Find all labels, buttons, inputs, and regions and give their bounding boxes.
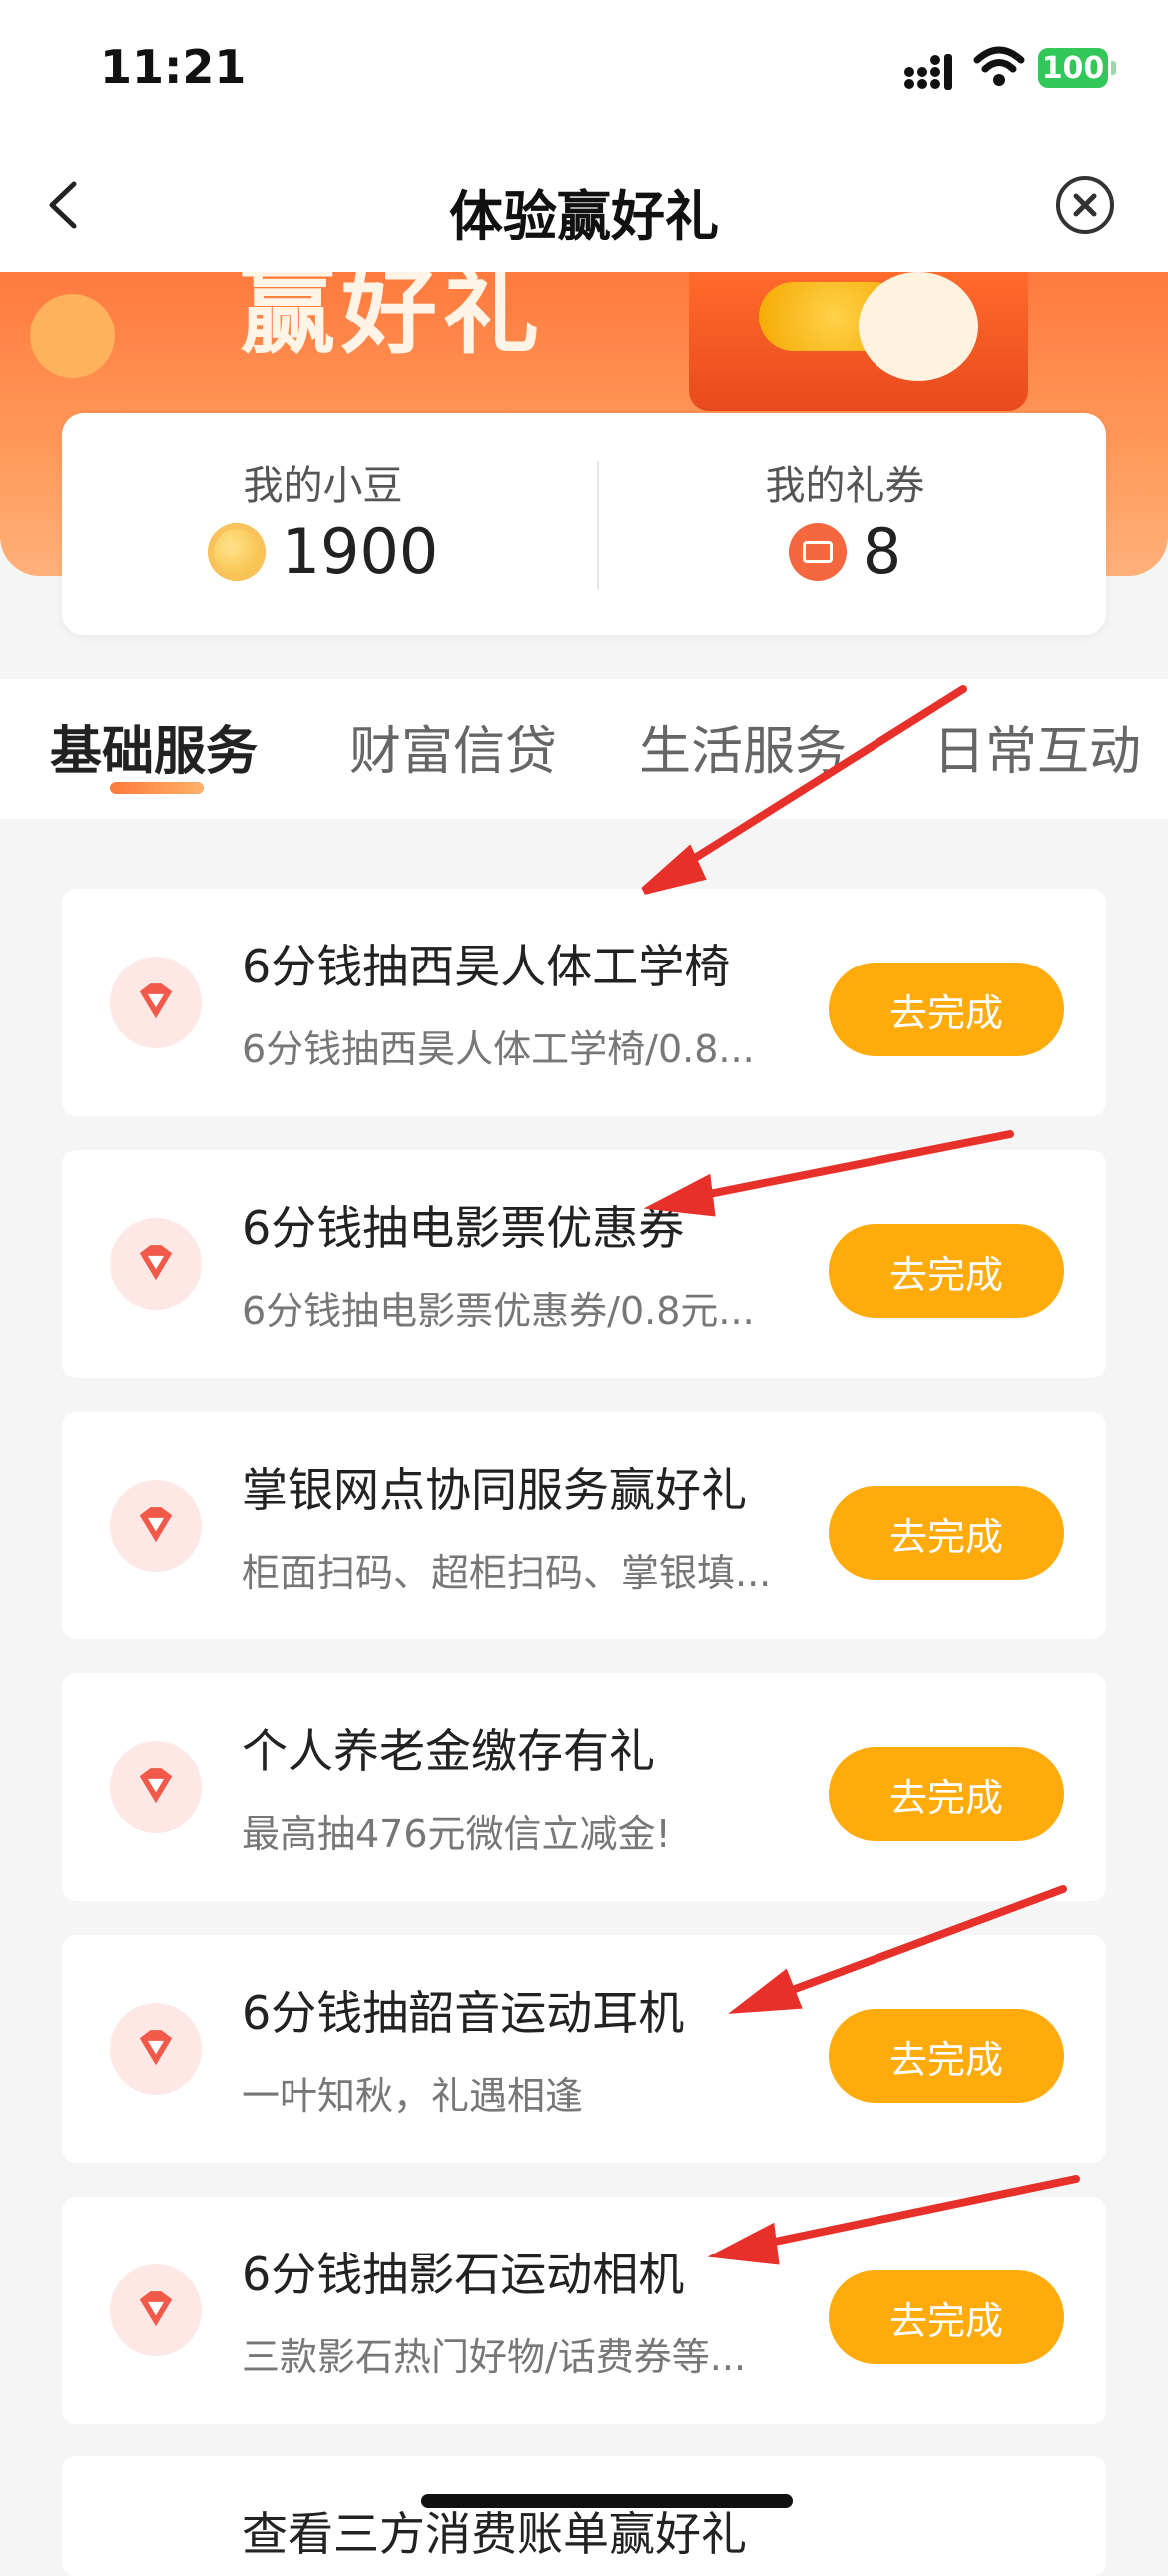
go-complete-button[interactable]: 去完成 — [829, 1224, 1064, 1318]
coin-icon — [207, 522, 266, 581]
close-icon — [1073, 193, 1097, 217]
task-subtitle: 三款影石热门好物/话费券等... — [242, 2335, 747, 2379]
task-title: 6分钱抽西昊人体工学椅 — [242, 940, 731, 993]
diamond-icon — [110, 957, 202, 1048]
tab-life-services[interactable]: 生活服务 — [639, 709, 847, 784]
task-subtitle: 柜面扫码、超柜扫码、掌银填... — [242, 1551, 772, 1595]
diamond-icon — [110, 1741, 202, 1833]
my-coupons[interactable]: 我的礼券 8 — [584, 413, 1106, 635]
status-bar: 11:21 100 — [0, 0, 1168, 140]
task-card[interactable]: 个人养老金缴存有礼 最高抽476元微信立减金! 去完成 — [62, 1673, 1106, 1901]
diamond-icon — [110, 2003, 202, 2095]
ticket-icon — [788, 522, 847, 581]
red-envelope-icon — [30, 294, 115, 378]
task-card[interactable]: 6分钱抽韶音运动耳机 一叶知秋，礼遇相逢 去完成 — [62, 1935, 1106, 2163]
home-indicator[interactable] — [421, 2494, 793, 2508]
page-title: 体验赢好礼 — [449, 185, 719, 248]
task-title: 6分钱抽影石运动相机 — [242, 2248, 685, 2301]
diamond-icon — [110, 1218, 202, 1310]
mascot-illustration — [859, 272, 978, 381]
status-time: 11:21 — [100, 40, 247, 94]
task-card-partial[interactable]: 查看三方消费账单赢好礼 — [62, 2456, 1106, 2576]
task-subtitle: 最高抽476元微信立减金! — [242, 1812, 671, 1856]
active-tab-indicator — [110, 782, 204, 794]
task-title: 掌银网点协同服务赢好礼 — [242, 1463, 747, 1517]
banner-title: 赢好礼 — [240, 272, 545, 367]
task-card[interactable]: 6分钱抽影石运动相机 三款影石热门好物/话费券等... 去完成 — [62, 2197, 1106, 2424]
tab-wealth-credit[interactable]: 财富信贷 — [349, 709, 557, 784]
cellular-signal-icon — [904, 54, 952, 90]
go-complete-button[interactable]: 去完成 — [829, 963, 1064, 1056]
task-subtitle: 一叶知秋，礼遇相逢 — [242, 2074, 584, 2118]
diamond-icon — [110, 2264, 202, 2356]
go-complete-button[interactable]: 去完成 — [829, 1486, 1064, 1580]
task-card[interactable]: 6分钱抽西昊人体工学椅 6分钱抽西昊人体工学椅/0.8... 去完成 — [62, 889, 1106, 1116]
beans-value: 1900 — [281, 515, 439, 588]
go-complete-button[interactable]: 去完成 — [829, 1747, 1064, 1841]
close-button[interactable] — [1056, 176, 1114, 234]
task-subtitle: 6分钱抽电影票优惠券/0.8元... — [242, 1289, 755, 1333]
task-title: 个人养老金缴存有礼 — [242, 1724, 655, 1778]
nav-bar: 体验赢好礼 — [0, 140, 1168, 272]
diamond-icon — [110, 1480, 202, 1572]
coupons-value: 8 — [862, 515, 902, 588]
go-complete-button[interactable]: 去完成 — [829, 2009, 1064, 2103]
battery-indicator: 100 — [1038, 48, 1116, 88]
coupons-label: 我的礼券 — [765, 463, 925, 509]
tab-daily-interaction[interactable]: 日常互动 — [933, 709, 1141, 784]
task-title: 6分钱抽韶音运动耳机 — [242, 1986, 685, 2040]
tab-basic-services[interactable]: 基础服务 — [50, 709, 258, 784]
task-card[interactable]: 6分钱抽电影票优惠券 6分钱抽电影票优惠券/0.8元... 去完成 — [62, 1150, 1106, 1378]
category-tabs: 基础服务 财富信贷 生活服务 日常互动 — [0, 679, 1168, 821]
go-complete-button[interactable]: 去完成 — [829, 2270, 1064, 2364]
task-title: 6分钱抽电影票优惠券 — [242, 1201, 685, 1255]
task-card[interactable]: 掌银网点协同服务赢好礼 柜面扫码、超柜扫码、掌银填... 去完成 — [62, 1412, 1106, 1639]
task-subtitle: 6分钱抽西昊人体工学椅/0.8... — [242, 1027, 755, 1071]
wifi-icon — [973, 46, 1025, 86]
summary-card: 我的小豆 1900 我的礼券 8 — [62, 413, 1106, 635]
beans-label: 我的小豆 — [243, 463, 403, 509]
my-beans[interactable]: 我的小豆 1900 — [62, 413, 584, 635]
